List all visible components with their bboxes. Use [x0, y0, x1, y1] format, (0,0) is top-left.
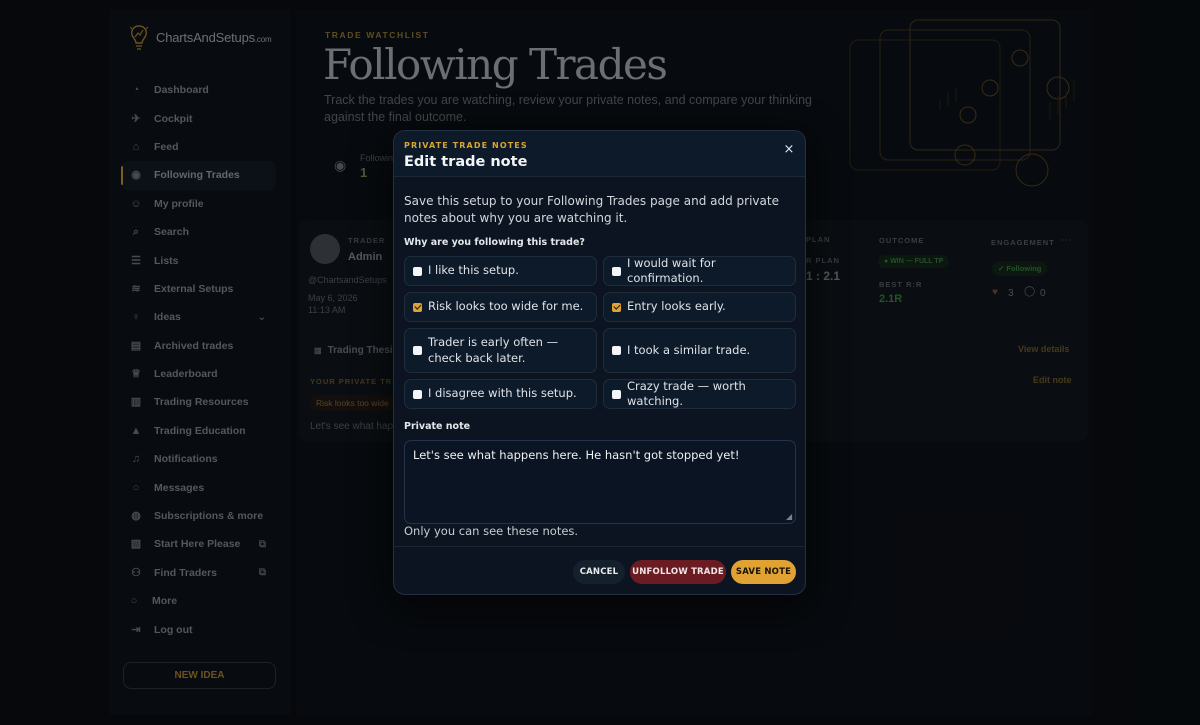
reason-option-label: Entry looks early. [627, 299, 726, 314]
checkbox[interactable] [413, 346, 422, 355]
modal-description: Save this setup to your Following Trades… [404, 194, 779, 225]
unfollow-trade-button[interactable]: UNFOLLOW TRADE [630, 560, 726, 584]
reason-option-label: I took a similar trade. [627, 342, 751, 357]
modal-header: PRIVATE TRADE NOTES Edit trade note × [394, 131, 805, 177]
reason-option[interactable]: Entry looks early. [603, 292, 796, 322]
reason-option-label: I would wait for confirmation. [627, 255, 716, 286]
checkbox[interactable] [612, 389, 621, 399]
save-note-button[interactable]: SAVE NOTE [731, 560, 796, 584]
checkbox[interactable] [413, 389, 422, 399]
modal-title: Edit trade note [404, 154, 528, 170]
checkbox-checked[interactable] [413, 302, 422, 312]
reason-option-label: I disagree with this setup. [428, 386, 577, 401]
reason-option[interactable]: Crazy trade — worth watching. [603, 379, 796, 409]
checkbox-checked[interactable] [612, 302, 621, 312]
reason-option-label: I like this setup. [428, 263, 519, 278]
modal-divider [394, 546, 805, 547]
cancel-button[interactable]: CANCEL [573, 560, 625, 584]
private-note-textarea[interactable]: Let's see what happens here. He hasn't g… [404, 440, 796, 524]
modal-eyebrow: PRIVATE TRADE NOTES [404, 141, 528, 150]
reason-option-label: Trader is early often — check back later… [428, 335, 559, 365]
resize-handle-icon[interactable]: ◢ [786, 512, 792, 521]
reason-option-label: Risk looks too wide for me. [428, 299, 584, 314]
checkbox[interactable] [413, 266, 422, 276]
reason-option[interactable]: I like this setup. [404, 256, 597, 286]
checkbox[interactable] [612, 346, 621, 355]
reason-option[interactable]: Trader is early often — check back later… [404, 328, 597, 373]
reason-option[interactable]: Risk looks too wide for me. [404, 292, 597, 322]
private-note-label: Private note [404, 421, 471, 432]
checkbox[interactable] [612, 266, 621, 276]
edit-trade-note-modal: PRIVATE TRADE NOTES Edit trade note × Sa… [393, 130, 806, 595]
reason-option[interactable]: I took a similar trade. [603, 328, 796, 373]
reasons-question: Why are you following this trade? [404, 237, 585, 248]
reason-option-label: Crazy trade — worth watching. [627, 378, 746, 409]
private-note-help: Only you can see these notes. [404, 524, 579, 538]
close-icon[interactable]: × [781, 142, 797, 158]
reason-option[interactable]: I would wait for confirmation. [603, 256, 796, 286]
reason-option[interactable]: I disagree with this setup. [404, 379, 597, 409]
